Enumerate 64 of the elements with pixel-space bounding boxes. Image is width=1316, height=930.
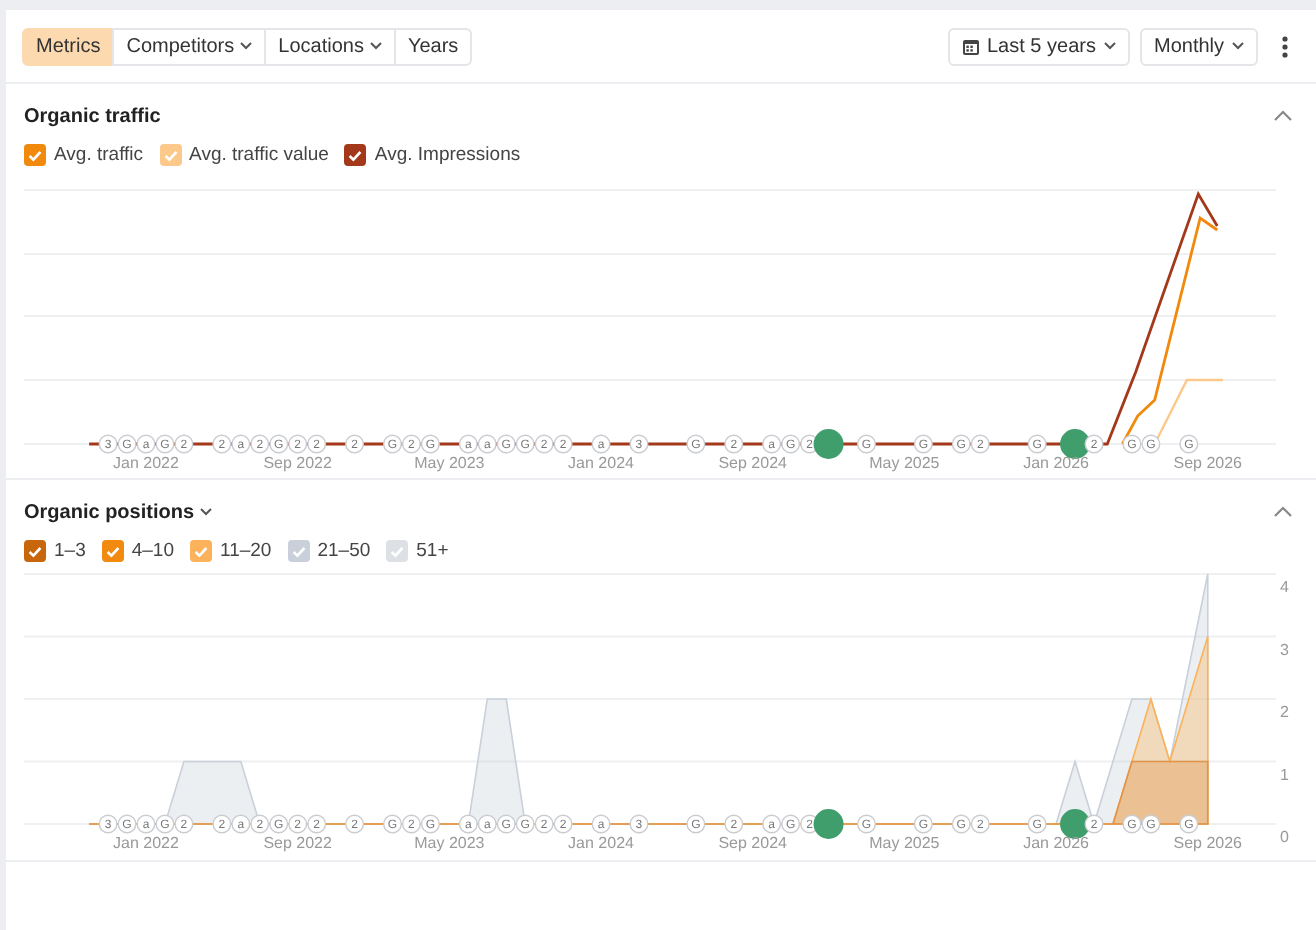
- axis-label: Sep 2026: [1173, 834, 1243, 852]
- section-title[interactable]: Organic positions: [24, 501, 213, 523]
- more-menu-button[interactable]: [1278, 31, 1292, 61]
- caret-icon: [1103, 42, 1116, 50]
- check-icon: [28, 149, 42, 161]
- axis-label: Sep 2024: [718, 454, 787, 472]
- event-marker[interactable]: [1060, 809, 1091, 839]
- chevron-up-icon: [1274, 506, 1292, 518]
- legend-label: Avg. Impressions: [374, 144, 521, 166]
- axis-label: Jan 2026: [1023, 834, 1089, 852]
- caret-icon: [1232, 42, 1244, 50]
- axis-label: Jan 2022: [113, 454, 179, 472]
- check-icon: [28, 545, 42, 557]
- kebab-icon: [1282, 35, 1288, 57]
- event-marker[interactable]: [813, 809, 844, 839]
- legend-checkbox[interactable]: [190, 540, 212, 562]
- collapse-button[interactable]: [1274, 110, 1292, 122]
- legend-checkbox[interactable]: [24, 540, 46, 562]
- check-icon: [194, 545, 208, 557]
- axis-label: 2: [1280, 703, 1289, 721]
- toolbar-tab[interactable]: Years: [393, 27, 473, 65]
- legend-checkbox[interactable]: [101, 540, 124, 562]
- axis-label: Jan 2024: [568, 834, 634, 852]
- legend-checkbox[interactable]: [24, 144, 46, 166]
- legend-label: 1–3: [54, 540, 86, 562]
- axis-label: Jan 2024: [568, 454, 634, 472]
- section-title[interactable]: Organic traffic: [24, 105, 161, 127]
- legend-label: 21–50: [317, 540, 371, 562]
- check-icon: [291, 545, 306, 557]
- axis-label: May 2023: [414, 454, 485, 472]
- axis-label: 3: [1280, 640, 1289, 659]
- date-range-dropdown[interactable]: Last 5 years: [947, 27, 1130, 65]
- interval-dropdown[interactable]: Monthly: [1139, 27, 1258, 65]
- check-icon: [348, 149, 363, 161]
- collapse-button[interactable]: [1274, 506, 1292, 518]
- toolbar-tab[interactable]: Locations: [264, 27, 396, 65]
- axis-label: 0: [1280, 828, 1289, 846]
- toolbar-tab[interactable]: Metrics: [22, 27, 115, 65]
- axis-label: Jan 2022: [113, 834, 179, 852]
- axis-label: Sep 2026: [1173, 454, 1243, 472]
- event-marker[interactable]: [1060, 429, 1091, 459]
- traffic-value-line: [1153, 378, 1223, 445]
- legend-label: 11–20: [220, 540, 272, 562]
- chevron-up-icon: [1274, 110, 1292, 122]
- check-icon: [163, 149, 178, 161]
- check-icon: [390, 545, 405, 557]
- legend-label: Avg. traffic value: [189, 144, 329, 166]
- axis-label: Sep 2024: [718, 834, 787, 852]
- axis-label: Sep 2022: [263, 454, 332, 472]
- legend-label: 51+: [416, 540, 449, 562]
- toolbar-tab[interactable]: Competitors: [112, 27, 267, 65]
- axis-label: Sep 2022: [263, 834, 332, 852]
- axis-label: 1: [1280, 765, 1289, 784]
- axis-label: May 2025: [869, 834, 940, 852]
- axis-label: Jan 2026: [1023, 454, 1089, 472]
- calendar-icon: [961, 37, 979, 55]
- check-icon: [105, 545, 120, 557]
- axis-label: May 2025: [869, 454, 940, 472]
- legend-label: 4–10: [131, 540, 174, 562]
- event-marker[interactable]: [813, 429, 844, 459]
- legend-label: Avg. traffic: [54, 144, 144, 166]
- axis-label: May 2023: [414, 834, 485, 852]
- axis-label: 4: [1280, 578, 1289, 596]
- legend-checkbox[interactable]: [344, 144, 367, 166]
